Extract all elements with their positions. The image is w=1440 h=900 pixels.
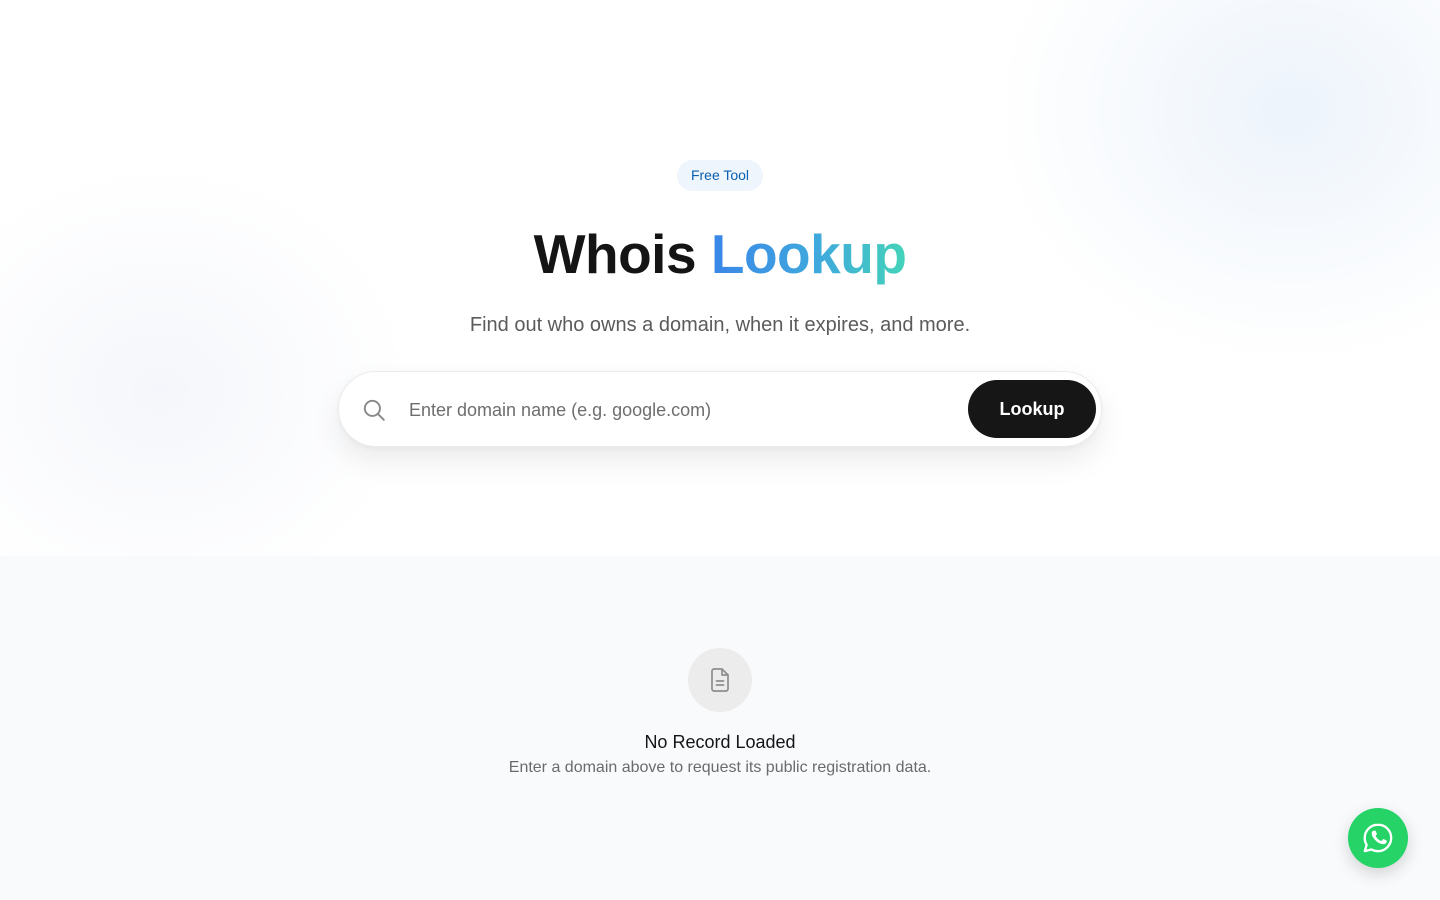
- empty-state-icon-circle: [688, 648, 752, 712]
- title-word-lookup: Lookup: [710, 223, 907, 285]
- hero-section: Free Tool Whois Lookup Find out who owns…: [0, 0, 1440, 556]
- page-title: Whois Lookup: [0, 222, 1440, 286]
- title-word-whois: Whois: [533, 223, 697, 285]
- whatsapp-chat-button[interactable]: [1348, 808, 1408, 868]
- empty-state-title: No Record Loaded: [644, 732, 796, 752]
- free-tool-badge: Free Tool: [677, 160, 763, 191]
- document-icon: [711, 668, 729, 692]
- domain-search-bar: Lookup: [338, 371, 1102, 447]
- domain-search-input[interactable]: [409, 390, 949, 430]
- search-icon: [361, 397, 387, 423]
- page: Free Tool Whois Lookup Find out who owns…: [0, 0, 1440, 900]
- empty-state-description: Enter a domain above to request its publ…: [508, 759, 932, 776]
- results-section: No Record Loaded Enter a domain above to…: [0, 556, 1440, 900]
- whatsapp-icon: [1363, 823, 1393, 853]
- page-subtitle: Find out who owns a domain, when it expi…: [469, 314, 971, 336]
- lookup-button[interactable]: Lookup: [968, 380, 1096, 438]
